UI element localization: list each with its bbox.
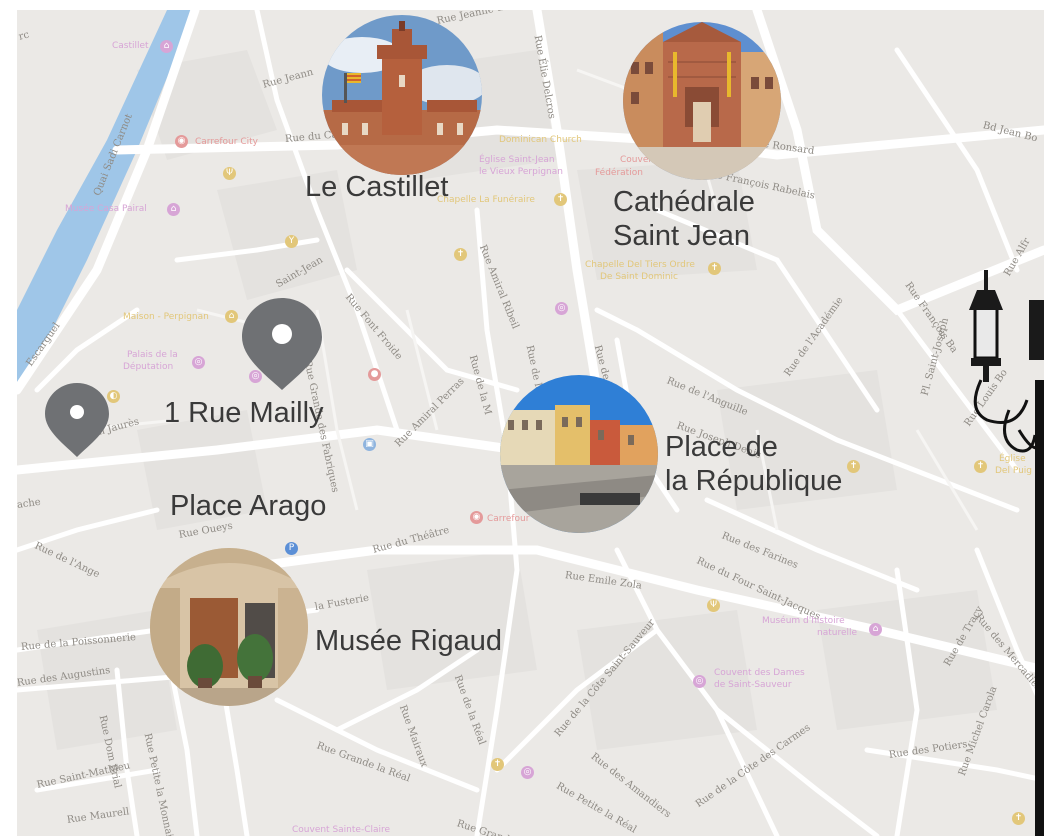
church-icon[interactable]: ✝	[708, 262, 721, 275]
bus-icon[interactable]: ▣	[363, 438, 376, 451]
poi-label[interactable]: de Saint-Sauveur	[714, 680, 792, 691]
poi-label[interactable]: naturelle	[817, 628, 857, 639]
cathedrale-photo[interactable]	[623, 22, 781, 180]
church-icon[interactable]: ✝	[847, 460, 860, 473]
castillet-photo[interactable]	[322, 15, 482, 175]
poi-label[interactable]: Muséum d'histoire	[762, 616, 845, 627]
street-lamp-icon	[969, 270, 1044, 836]
poi-label[interactable]: Couvent des Dames	[714, 668, 805, 679]
place-label-cathedrale[interactable]: Cathédrale Saint Jean	[613, 185, 755, 253]
place-label-arago[interactable]: Place Arago	[170, 489, 326, 523]
poi-label[interactable]: Députation	[123, 362, 173, 373]
poi-label[interactable]: Palais de la	[127, 350, 178, 361]
shopping-cart-icon[interactable]: ◉	[175, 135, 188, 148]
landmark-icon[interactable]: ◎	[693, 675, 706, 688]
place-label-republique[interactable]: Place de la République	[665, 430, 842, 498]
restaurant-icon[interactable]: Ψ	[223, 167, 236, 180]
poi-label[interactable]: Chapelle La Funéraire	[437, 195, 535, 206]
map-canvas[interactable]: rc Rue Jeann Rue du Ca Rue Élie Delcros …	[17, 10, 1044, 836]
church-icon[interactable]: ✝	[554, 193, 567, 206]
poi-label[interactable]: Fédération	[595, 168, 643, 179]
poi-label[interactable]: Église Saint-Jean	[479, 155, 555, 166]
poi-label[interactable]: Castillet	[112, 41, 149, 52]
bar-icon[interactable]: Y	[285, 235, 298, 248]
landmark-icon[interactable]: ◎	[192, 356, 205, 369]
poi-label[interactable]: Musée Casa Pairal	[65, 204, 147, 215]
shop-icon[interactable]: ●	[368, 368, 381, 381]
museum-icon[interactable]: ⌂	[225, 310, 238, 323]
poi-label[interactable]: Couvent Sainte-Claire	[292, 825, 390, 836]
museum-icon[interactable]: ⌂	[167, 203, 180, 216]
poi-label[interactable]: Carrefour City	[195, 137, 258, 148]
republique-image	[500, 375, 658, 533]
poi-label[interactable]: le Vieux Perpignan	[479, 167, 563, 178]
place-label-rue-mailly[interactable]: 1 Rue Mailly	[164, 396, 324, 430]
poi-label[interactable]: Maison - Perpignan	[123, 312, 209, 323]
parking-icon[interactable]: P	[285, 542, 298, 555]
rigaud-image	[150, 548, 308, 706]
church-icon[interactable]: ✝	[454, 248, 467, 261]
place-label-rigaud[interactable]: Musée Rigaud	[315, 624, 502, 658]
republique-photo[interactable]	[500, 375, 658, 533]
location-pin-icon[interactable]	[45, 383, 109, 457]
poi-label[interactable]: Dominican Church	[499, 135, 582, 146]
castillet-image	[322, 15, 482, 175]
poi-label[interactable]: Carrefour	[487, 514, 529, 525]
poi-label[interactable]: Chapelle Del Tiers Ordre	[585, 260, 695, 271]
landmark-icon[interactable]: ◎	[521, 766, 534, 779]
cathedrale-image	[623, 22, 781, 180]
place-label-castillet[interactable]: Le Castillet	[305, 170, 448, 204]
museum-icon[interactable]: ⌂	[869, 623, 882, 636]
landmark-icon[interactable]: ◎	[555, 302, 568, 315]
rigaud-photo[interactable]	[150, 548, 308, 706]
church-icon[interactable]: ✝	[491, 758, 504, 771]
poi-label[interactable]: De Saint Dominic	[600, 272, 678, 283]
location-pin-icon[interactable]	[242, 298, 322, 390]
restaurant-icon[interactable]: Ψ	[707, 599, 720, 612]
museum-icon[interactable]: ⌂	[160, 40, 173, 53]
shopping-cart-icon[interactable]: ◉	[470, 511, 483, 524]
